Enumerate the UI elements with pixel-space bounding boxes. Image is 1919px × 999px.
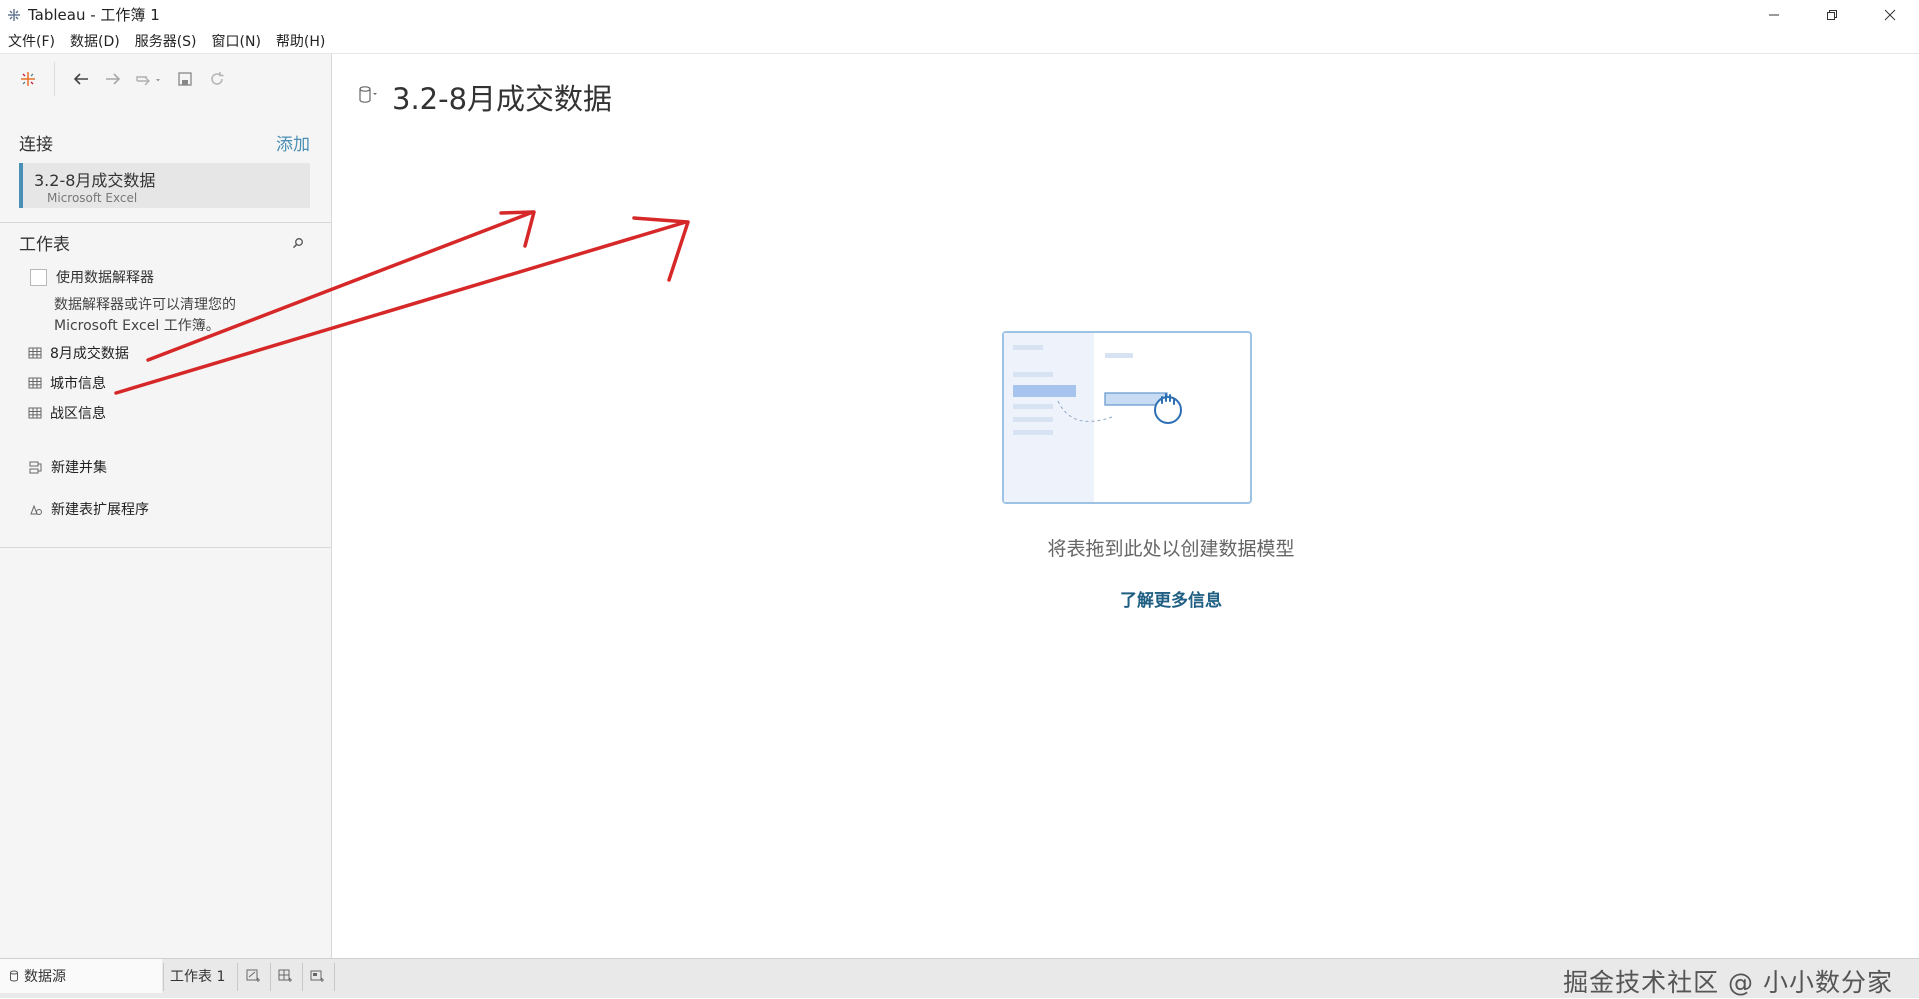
menu-file[interactable]: 文件(F) xyxy=(8,31,55,51)
refresh-icon xyxy=(211,72,224,85)
data-interpreter-description: 数据解释器或许可以清理您的 Microsoft Excel 工作簿。 xyxy=(54,295,284,337)
new-union-button[interactable]: 新建并集 xyxy=(28,457,107,477)
new-dashboard-button[interactable] xyxy=(272,959,300,993)
menu-server[interactable]: 服务器(S) xyxy=(135,31,197,51)
tab-worksheet-1[interactable]: 工作表 1 xyxy=(164,959,236,993)
data-model-canvas[interactable]: 3.2-8月成交数据 将表拖到此处以创建数据模型 了解更多信息 xyxy=(333,54,1919,958)
database-icon xyxy=(10,970,18,982)
sheet-label: 城市信息 xyxy=(50,376,106,392)
table-grid-icon xyxy=(28,377,42,389)
section-divider xyxy=(0,222,332,223)
data-interpreter-label: 使用数据解释器 xyxy=(56,270,154,286)
section-divider xyxy=(0,547,332,548)
datasource-title[interactable]: 3.2-8月成交数据 xyxy=(392,76,612,118)
restore-icon xyxy=(1827,9,1837,20)
search-icon[interactable] xyxy=(292,234,304,253)
sheets-heading: 工作表 xyxy=(19,235,70,255)
data-interpreter-row[interactable]: 使用数据解释器 xyxy=(30,267,154,287)
forward-button[interactable] xyxy=(97,63,129,95)
drop-table-hint: 将表拖到此处以创建数据模型 xyxy=(1047,538,1295,560)
connection-item[interactable]: 3.2-8月成交数据 Microsoft Excel xyxy=(19,163,310,208)
tableau-logo-icon xyxy=(6,7,22,23)
tab-data-source-label: 数据源 xyxy=(24,969,66,985)
window-title: Tableau - 工作簿 1 xyxy=(28,6,160,24)
table-grid-icon xyxy=(28,347,42,359)
drag-table-illustration xyxy=(1002,331,1252,504)
connection-type: Microsoft Excel xyxy=(47,191,138,205)
union-icon xyxy=(29,461,42,473)
save-icon xyxy=(178,72,192,86)
add-connection-link[interactable]: 添加 xyxy=(276,130,310,155)
minimize-icon xyxy=(1769,14,1779,15)
save-button[interactable] xyxy=(169,63,201,95)
sheet-tab-bar: 数据源 工作表 1 掘金技术社区 @ 小小数分家 xyxy=(0,958,1919,998)
arrow-right-icon xyxy=(106,73,121,85)
tableau-start-icon xyxy=(21,72,35,86)
start-page-button[interactable] xyxy=(12,63,44,95)
learn-more-link-text[interactable]: 了解更多信息 xyxy=(1120,591,1222,611)
extension-icon xyxy=(30,504,42,515)
menu-data[interactable]: 数据(D) xyxy=(70,31,120,51)
database-dropdown-icon[interactable] xyxy=(358,85,380,109)
sheet-item[interactable]: 城市信息 xyxy=(28,373,106,393)
restore-button[interactable] xyxy=(1803,0,1861,29)
interpreter-desc-line-2: Microsoft Excel 工作簿。 xyxy=(54,318,220,334)
menu-window[interactable]: 窗口(N) xyxy=(212,31,261,51)
menu-bar: 文件(F) 数据(D) 服务器(S) 窗口(N) 帮助(H) xyxy=(0,29,1919,54)
table-grid-icon xyxy=(28,407,42,419)
new-union-label: 新建并集 xyxy=(51,460,107,476)
tab-data-source[interactable]: 数据源 xyxy=(0,959,162,993)
watermark-text: 掘金技术社区 @ 小小数分家 xyxy=(1563,968,1893,997)
sheet-item[interactable]: 战区信息 xyxy=(28,403,106,423)
redo-icon xyxy=(136,76,160,86)
data-source-sidebar: 连接 添加 3.2-8月成交数据 Microsoft Excel 工作表 使用数… xyxy=(0,54,332,958)
close-button[interactable] xyxy=(1861,0,1919,29)
data-interpreter-checkbox[interactable] xyxy=(30,268,47,286)
interpreter-desc-line-1: 数据解释器或许可以清理您的 xyxy=(54,297,236,313)
minimize-button[interactable] xyxy=(1745,0,1803,29)
tab-worksheet-1-label: 工作表 1 xyxy=(170,969,226,985)
sheet-item[interactable]: 8月成交数据 xyxy=(28,343,129,363)
menu-help[interactable]: 帮助(H) xyxy=(276,31,325,51)
new-story-icon xyxy=(310,970,324,982)
arrow-left-icon xyxy=(73,73,88,85)
connection-name: 3.2-8月成交数据 xyxy=(34,171,156,190)
new-story-button[interactable] xyxy=(304,959,332,993)
connections-heading: 连接 xyxy=(19,135,53,155)
sheet-label: 8月成交数据 xyxy=(50,346,129,362)
close-icon xyxy=(1884,9,1896,20)
datasource-header: 3.2-8月成交数据 xyxy=(358,76,612,118)
new-worksheet-button[interactable] xyxy=(240,959,268,993)
new-table-extension-button[interactable]: 新建表扩展程序 xyxy=(28,499,149,519)
back-button[interactable] xyxy=(65,63,97,95)
toolbar xyxy=(0,54,332,104)
new-worksheet-icon xyxy=(246,969,260,982)
redo-dropdown-button[interactable] xyxy=(129,63,169,95)
refresh-button[interactable] xyxy=(201,63,233,95)
learn-more-link: 了解更多信息 xyxy=(333,586,1919,611)
title-bar: Tableau - 工作簿 1 xyxy=(0,0,1919,29)
new-dashboard-icon xyxy=(278,969,292,982)
new-table-extension-label: 新建表扩展程序 xyxy=(51,502,149,518)
sheet-label: 战区信息 xyxy=(50,406,106,422)
